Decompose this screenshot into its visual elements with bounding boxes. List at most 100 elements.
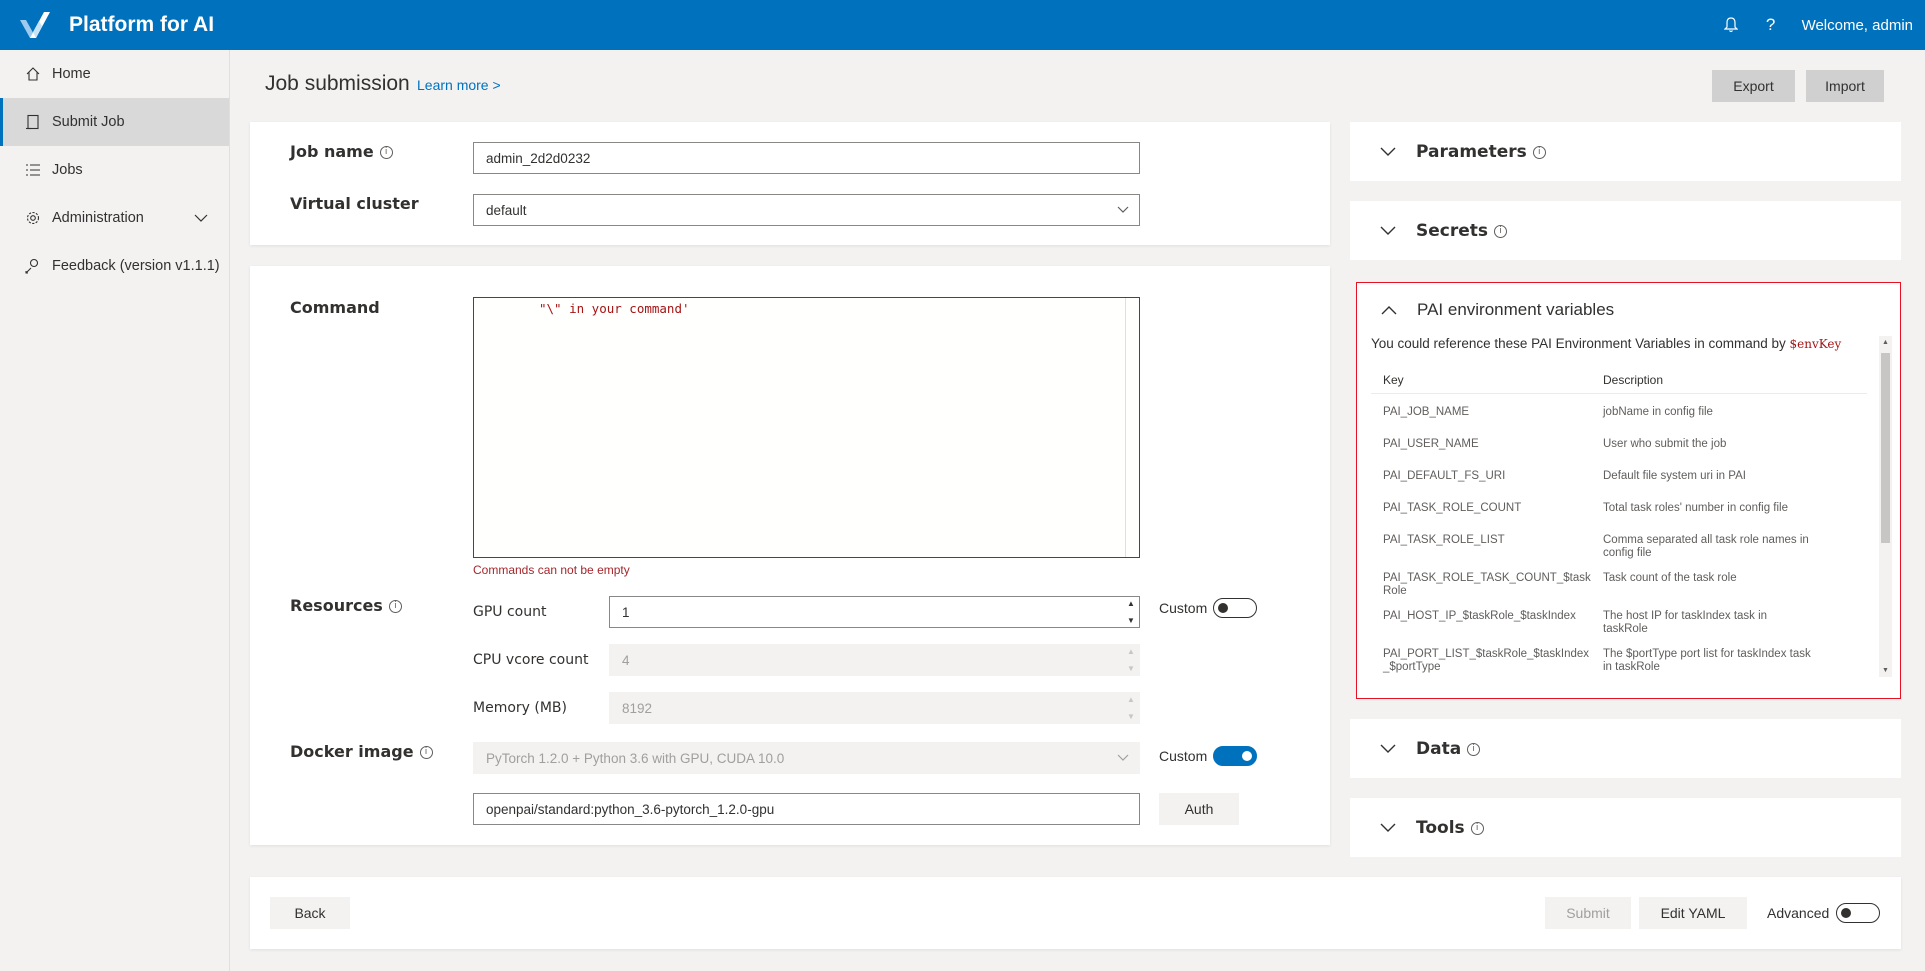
app-title[interactable]: Platform for AI: [69, 13, 214, 37]
env-col-key: Key: [1383, 373, 1404, 387]
gpu-count-label: GPU count: [473, 604, 547, 620]
back-button[interactable]: Back: [270, 897, 350, 929]
docker-image-dropdown: PyTorch 1.2.0 + Python 3.6 with GPU, CUD…: [473, 742, 1140, 774]
env-desc-cell: Default file system uri in PAI: [1603, 470, 1746, 482]
tools-panel[interactable]: Tools i: [1350, 798, 1901, 857]
memory-stepper: ▲ ▼: [1125, 695, 1137, 721]
submit-button[interactable]: Submit: [1545, 897, 1631, 929]
chevron-up-icon: ▲: [1127, 695, 1135, 704]
parameters-title: Parameters: [1416, 142, 1527, 162]
auth-button[interactable]: Auth: [1159, 793, 1239, 825]
job-info-card: [250, 122, 1330, 245]
sidebar-item-feedback[interactable]: Feedback (version v1.1.1): [0, 242, 229, 290]
sidebar-item-label: Feedback (version v1.1.1): [52, 258, 220, 274]
gpu-count-input[interactable]: 1 ▲ ▼: [609, 596, 1140, 628]
chevron-down-icon: ▼: [1127, 664, 1135, 673]
tools-title: Tools: [1416, 818, 1465, 838]
env-key-cell: PAI_TASK_ROLE_COUNT: [1383, 502, 1522, 514]
secrets-panel[interactable]: Secrets i: [1350, 201, 1901, 260]
cpu-count-input: 4 ▲ ▼: [609, 644, 1140, 676]
welcome-text[interactable]: Welcome, admin: [1802, 17, 1913, 34]
page-title: Job submission: [265, 72, 410, 95]
chevron-down-icon[interactable]: ▼: [1127, 616, 1135, 625]
env-description: You could reference these PAI Environmen…: [1371, 336, 1842, 351]
data-title: Data: [1416, 739, 1462, 759]
toggle-knob: [1218, 603, 1228, 613]
import-button[interactable]: Import: [1806, 70, 1884, 102]
memory-input: 8192 ▲ ▼: [609, 692, 1140, 724]
info-icon[interactable]: i: [1467, 742, 1481, 756]
info-icon[interactable]: i: [419, 746, 433, 759]
command-scrollbar[interactable]: [1125, 298, 1139, 557]
info-icon[interactable]: i: [1494, 224, 1508, 238]
docker-image-input[interactable]: openpai/standard:python_3.6-pytorch_1.2.…: [473, 793, 1140, 825]
virtual-cluster-label: Virtual cluster: [290, 194, 419, 213]
job-name-label: Job name i: [290, 142, 393, 161]
env-desc-cell: Comma separated all task role names in c…: [1603, 534, 1809, 559]
env-key-cell: PAI_HOST_IP_$taskRole_$taskIndex: [1383, 610, 1576, 622]
chevron-down-icon[interactable]: [1380, 823, 1396, 833]
toggle-knob: [1242, 751, 1252, 761]
bell-icon[interactable]: [1722, 16, 1740, 34]
docker-custom-label: Custom: [1159, 748, 1208, 764]
sidebar-item-jobs[interactable]: Jobs: [0, 146, 229, 194]
env-col-description: Description: [1603, 373, 1664, 387]
env-desc-cell: Total task roles' number in config file: [1603, 502, 1789, 514]
learn-more-link[interactable]: Learn more >: [417, 77, 501, 93]
env-table-divider: [1371, 393, 1867, 394]
gpu-count-stepper[interactable]: ▲ ▼: [1125, 599, 1137, 625]
virtual-cluster-dropdown[interactable]: default: [473, 194, 1140, 226]
sidebar-item-label: Home: [52, 66, 91, 82]
cpu-count-label: CPU vcore count: [473, 652, 589, 668]
scroll-up-icon[interactable]: ▲: [1882, 339, 1889, 346]
sidebar-item-label: Administration: [52, 210, 144, 226]
scroll-down-icon[interactable]: ▼: [1882, 667, 1889, 674]
command-error: Commands can not be empty: [473, 563, 630, 577]
advanced-toggle[interactable]: [1836, 903, 1880, 923]
sidebar-item-submit-job[interactable]: Submit Job: [0, 98, 229, 146]
resources-custom-toggle[interactable]: [1213, 598, 1257, 618]
env-desc-cell: The host IP for taskIndex task in taskRo…: [1603, 610, 1768, 635]
chevron-down-icon[interactable]: [193, 210, 209, 226]
chevron-down-icon[interactable]: [1380, 147, 1396, 157]
env-key-cell: PAI_TASK_ROLE_LIST: [1383, 534, 1505, 546]
scrollbar-thumb[interactable]: [1881, 353, 1890, 543]
feedback-icon: [24, 257, 42, 275]
chevron-up-icon[interactable]: ▲: [1127, 599, 1135, 608]
sidebar-item-administration[interactable]: Administration: [0, 194, 229, 242]
chevron-down-icon[interactable]: [1380, 744, 1396, 754]
env-desc-cell: Task count of the task role: [1603, 572, 1737, 584]
parameters-panel[interactable]: Parameters i: [1350, 122, 1901, 181]
cpu-count-stepper: ▲ ▼: [1125, 647, 1137, 673]
data-panel[interactable]: Data i: [1350, 719, 1901, 778]
env-desc-cell: User who submit the job: [1603, 438, 1727, 450]
submit-job-icon: [24, 113, 42, 131]
info-icon[interactable]: i: [1532, 145, 1546, 159]
resources-custom-label: Custom: [1159, 600, 1208, 616]
env-key-cell: PAI_TASK_ROLE_TASK_COUNT_$taskRole: [1383, 572, 1591, 597]
sidebar-item-home[interactable]: Home: [0, 50, 229, 98]
env-desc-cell: jobName in config file: [1603, 406, 1713, 418]
chevron-down-icon[interactable]: [1380, 226, 1396, 236]
job-name-input[interactable]: admin_2d2d0232: [473, 142, 1140, 174]
env-key-cell: PAI_PORT_LIST_$taskRole_$taskIndex_$port…: [1383, 648, 1590, 673]
export-button[interactable]: Export: [1712, 70, 1795, 102]
gear-icon: [24, 209, 42, 227]
info-icon[interactable]: i: [379, 146, 393, 159]
command-editor[interactable]: "\" in your command': [473, 297, 1140, 558]
memory-label: Memory (MB): [473, 700, 567, 716]
env-key-cell: PAI_JOB_NAME: [1383, 406, 1470, 418]
top-bar: Platform for AI ? Welcome, admin: [0, 0, 1925, 50]
memory-value: 8192: [622, 700, 653, 716]
info-icon[interactable]: i: [1470, 821, 1484, 835]
env-key-cell: PAI_USER_NAME: [1383, 438, 1479, 450]
docker-custom-toggle[interactable]: [1213, 746, 1257, 766]
edit-yaml-button[interactable]: Edit YAML: [1639, 897, 1747, 929]
toggle-knob: [1841, 908, 1851, 918]
env-scrollbar[interactable]: ▲ ▼: [1879, 336, 1892, 677]
env-key-code: $envKey: [1789, 337, 1842, 351]
info-icon[interactable]: i: [388, 600, 402, 613]
command-text: "\" in your command': [539, 301, 690, 316]
help-icon[interactable]: ?: [1762, 15, 1780, 34]
chevron-up-icon[interactable]: [1381, 305, 1397, 315]
